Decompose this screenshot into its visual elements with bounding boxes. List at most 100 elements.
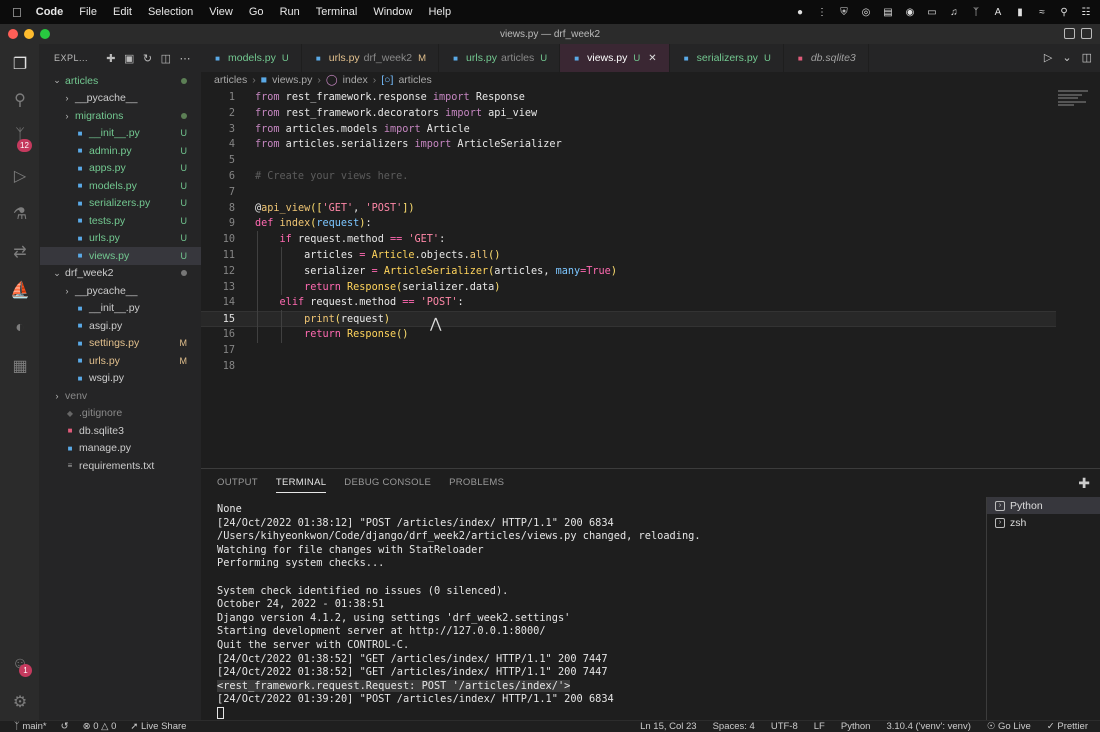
remote-icon[interactable]: ⇄ (10, 242, 30, 262)
menu-edit[interactable]: Edit (113, 6, 132, 18)
interpreter-status[interactable]: 3.10.4 ('venv': venv) (886, 721, 970, 732)
menu-selection[interactable]: Selection (148, 6, 193, 18)
tree-item[interactable]: ■ __init__.py U (40, 125, 201, 143)
code-line[interactable]: 1 from rest_framework.response import Res… (201, 90, 1056, 106)
language-mode[interactable]: Python (841, 721, 871, 732)
toggle-sidebar-icon[interactable] (1064, 28, 1075, 39)
split-editor-icon[interactable]: ◫ (1082, 51, 1092, 64)
shield-icon[interactable]: ⛨ (838, 6, 850, 18)
chrome-icon[interactable]: ◉ (904, 6, 916, 18)
editor-tab[interactable]: ■ views.py U ✕ (560, 44, 670, 72)
code-line[interactable]: 9 def index(request): (201, 216, 1056, 232)
testing-icon[interactable]: ⚗ (10, 204, 30, 224)
code-line[interactable]: 16 return Response() (201, 327, 1056, 343)
play-circle-icon[interactable]: ◎ (860, 6, 872, 18)
code-line[interactable]: 12 serializer = ArticleSerializer(articl… (201, 264, 1056, 280)
code-line[interactable]: 11 articles = Article.objects.all() (201, 248, 1056, 264)
tree-item[interactable]: ■ asgi.py (40, 317, 201, 335)
breadcrumb-function[interactable]: index (343, 74, 368, 86)
new-folder-icon[interactable]: ▣ (124, 52, 135, 65)
sidebar-icon[interactable]: ▤ (882, 6, 894, 18)
tree-item[interactable]: ■ admin.py U (40, 142, 201, 160)
tree-item[interactable]: ■ views.py U (40, 247, 201, 265)
editor-tab[interactable]: ■ serializers.py U (670, 44, 784, 72)
tree-item[interactable]: › migrations (40, 107, 201, 125)
volume-icon[interactable]: ♫ (948, 6, 960, 18)
editor-tab[interactable]: ■ urls.py drf_week2 M (302, 44, 440, 72)
menu-help[interactable]: Help (428, 6, 451, 18)
tab-problems[interactable]: PROBLEMS (449, 477, 504, 493)
bluetooth-icon[interactable]: ᛉ (970, 6, 982, 18)
battery-icon[interactable]: ▮ (1014, 6, 1026, 18)
terminal-item-python[interactable]: › Python (987, 497, 1100, 514)
tree-item[interactable]: › __pycache__ (40, 90, 201, 108)
tree-item[interactable]: ■ wsgi.py (40, 370, 201, 388)
code-line[interactable]: 5 (201, 153, 1056, 169)
code-line[interactable]: 13 return Response(serializer.data) (201, 280, 1056, 296)
eol-status[interactable]: LF (814, 721, 825, 732)
run-python-icon[interactable]: ▷ (1044, 51, 1052, 64)
tree-item[interactable]: ≡ requirements.txt (40, 457, 201, 475)
code-line[interactable]: 17 (201, 343, 1056, 359)
tree-item[interactable]: ■ apps.py U (40, 160, 201, 178)
apple-icon[interactable]:  (12, 5, 22, 20)
sync-icon[interactable]: ↺ (61, 721, 69, 732)
tree-item[interactable]: ■ manage.py (40, 440, 201, 458)
minimize-window-button[interactable] (24, 29, 34, 39)
tree-item[interactable]: › __pycache__ (40, 282, 201, 300)
close-icon[interactable]: ✕ (648, 53, 656, 64)
wifi-icon[interactable]: ≈ (1036, 6, 1048, 18)
code-line[interactable]: 8 @api_view(['GET', 'POST']) (201, 201, 1056, 217)
tree-item[interactable]: ⌄ drf_week2 (40, 265, 201, 283)
more-actions-icon[interactable]: ⋯ (180, 52, 192, 65)
tree-item[interactable]: ■ db.sqlite3 (40, 422, 201, 440)
terminal-item-zsh[interactable]: › zsh (987, 514, 1100, 531)
new-file-icon[interactable]: ✚ (106, 52, 116, 65)
breadcrumb-file[interactable]: views.py (272, 74, 312, 86)
input-source-icon[interactable]: A (992, 6, 1004, 18)
menu-view[interactable]: View (209, 6, 233, 18)
menu-run[interactable]: Run (280, 6, 300, 18)
extensions-icon[interactable]: ▦ (10, 356, 30, 376)
editor-tab[interactable]: ■ db.sqlite3 (784, 44, 869, 72)
code-line[interactable]: 6 # Create your views here. (201, 169, 1056, 185)
close-window-button[interactable] (8, 29, 18, 39)
code-editor[interactable]: 1 from rest_framework.response import Res… (201, 88, 1100, 468)
tab-output[interactable]: OUTPUT (217, 477, 258, 493)
cursor-position[interactable]: Ln 15, Col 23 (640, 721, 697, 732)
terminal-prompt[interactable] (217, 706, 977, 721)
code-line[interactable]: 4 from articles.serializers import Articl… (201, 137, 1056, 153)
code-line[interactable]: 3 from articles.models import Article (201, 122, 1056, 138)
branch-status[interactable]: ᛉ main* (14, 721, 47, 732)
tree-item[interactable]: ■ __init__.py (40, 300, 201, 318)
search-icon[interactable]: ⚲ (10, 90, 30, 110)
code-line[interactable]: 14 elif request.method == 'POST': (201, 295, 1056, 311)
menu-app-name[interactable]: Code (36, 6, 64, 18)
problems-status[interactable]: ⊗ 0 △ 0 (83, 721, 117, 732)
tree-item[interactable]: ■ urls.py M (40, 352, 201, 370)
collapse-all-icon[interactable]: ◫ (161, 52, 172, 65)
code-line[interactable]: 10 if request.method == 'GET': (201, 232, 1056, 248)
chevron-down-icon[interactable]: ⌄ (1062, 51, 1071, 64)
refresh-icon[interactable]: ↻ (143, 52, 153, 65)
code-line[interactable]: 15 print(request) (201, 311, 1056, 327)
menu-window[interactable]: Window (373, 6, 412, 18)
code-line[interactable]: 18 (201, 359, 1056, 375)
tree-item[interactable]: ■ serializers.py U (40, 195, 201, 213)
prettier-status[interactable]: ✓ Prettier (1047, 721, 1088, 732)
editor-tab[interactable]: ■ models.py U (201, 44, 302, 72)
code-line[interactable]: 7 (201, 185, 1056, 201)
tree-item[interactable]: ■ urls.py U (40, 230, 201, 248)
menu-terminal[interactable]: Terminal (316, 6, 358, 18)
maximize-window-button[interactable] (40, 29, 50, 39)
control-center-icon[interactable]: ☷ (1080, 6, 1092, 18)
gear-icon[interactable]: ⚙ (10, 692, 30, 712)
menu-go[interactable]: Go (249, 6, 264, 18)
encoding-status[interactable]: UTF-8 (771, 721, 798, 732)
code-line[interactable]: 2 from rest_framework.decorators import a… (201, 106, 1056, 122)
docker-icon[interactable]: ⛵ (10, 280, 30, 300)
editor-tab[interactable]: ■ urls.py articles U (439, 44, 561, 72)
menu-file[interactable]: File (79, 6, 97, 18)
tab-debug-console[interactable]: DEBUG CONSOLE (344, 477, 431, 493)
breadcrumb-variable[interactable]: articles (398, 74, 431, 86)
